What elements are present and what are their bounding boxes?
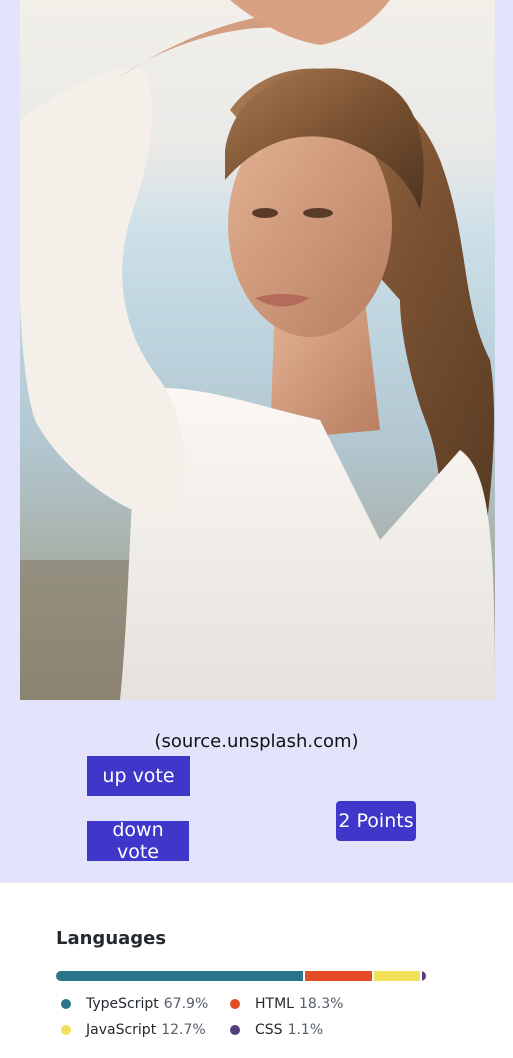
html-color-dot	[230, 998, 240, 1009]
languages-list: TypeScript 67.9% HTML 18.3% JavaScript 1…	[56, 994, 386, 1039]
language-name: TypeScript	[86, 995, 159, 1012]
post-card: (source.unsplash.com) up vote down vote …	[0, 0, 513, 882]
language-name: CSS	[255, 1021, 283, 1038]
language-bar-segment-html	[305, 971, 372, 981]
language-name: JavaScript	[86, 1021, 157, 1038]
points-badge: 2 Points	[336, 801, 416, 841]
language-bar-segment-typescript	[56, 971, 304, 981]
language-bar-segment-javascript	[373, 971, 420, 981]
post-photo	[20, 0, 495, 700]
language-percent: 18.3%	[298, 995, 344, 1012]
languages-panel: Languages TypeScript 67.9% HTML 18.3% Ja…	[0, 882, 513, 1058]
languages-title: Languages	[56, 928, 167, 949]
typescript-color-dot	[61, 998, 71, 1009]
up-vote-button[interactable]: up vote	[87, 756, 190, 796]
language-item-html[interactable]: HTML 18.3%	[225, 994, 385, 1013]
image-source-caption: (source.unsplash.com)	[154, 731, 359, 752]
languages-bar	[56, 971, 426, 981]
language-percent: 12.7%	[161, 1021, 206, 1038]
language-percent: 67.9%	[163, 995, 209, 1012]
language-bar-segment-css	[421, 971, 426, 981]
portrait-illustration	[20, 0, 495, 700]
language-item-javascript[interactable]: JavaScript 12.7%	[56, 1020, 225, 1039]
language-name: HTML	[255, 995, 294, 1012]
down-vote-button[interactable]: down vote	[87, 819, 189, 863]
language-percent: 1.1%	[287, 1021, 324, 1038]
javascript-color-dot	[61, 1024, 71, 1035]
language-item-css[interactable]: CSS 1.1%	[225, 1020, 385, 1039]
language-item-typescript[interactable]: TypeScript 67.9%	[56, 994, 225, 1013]
css-color-dot	[230, 1024, 240, 1035]
